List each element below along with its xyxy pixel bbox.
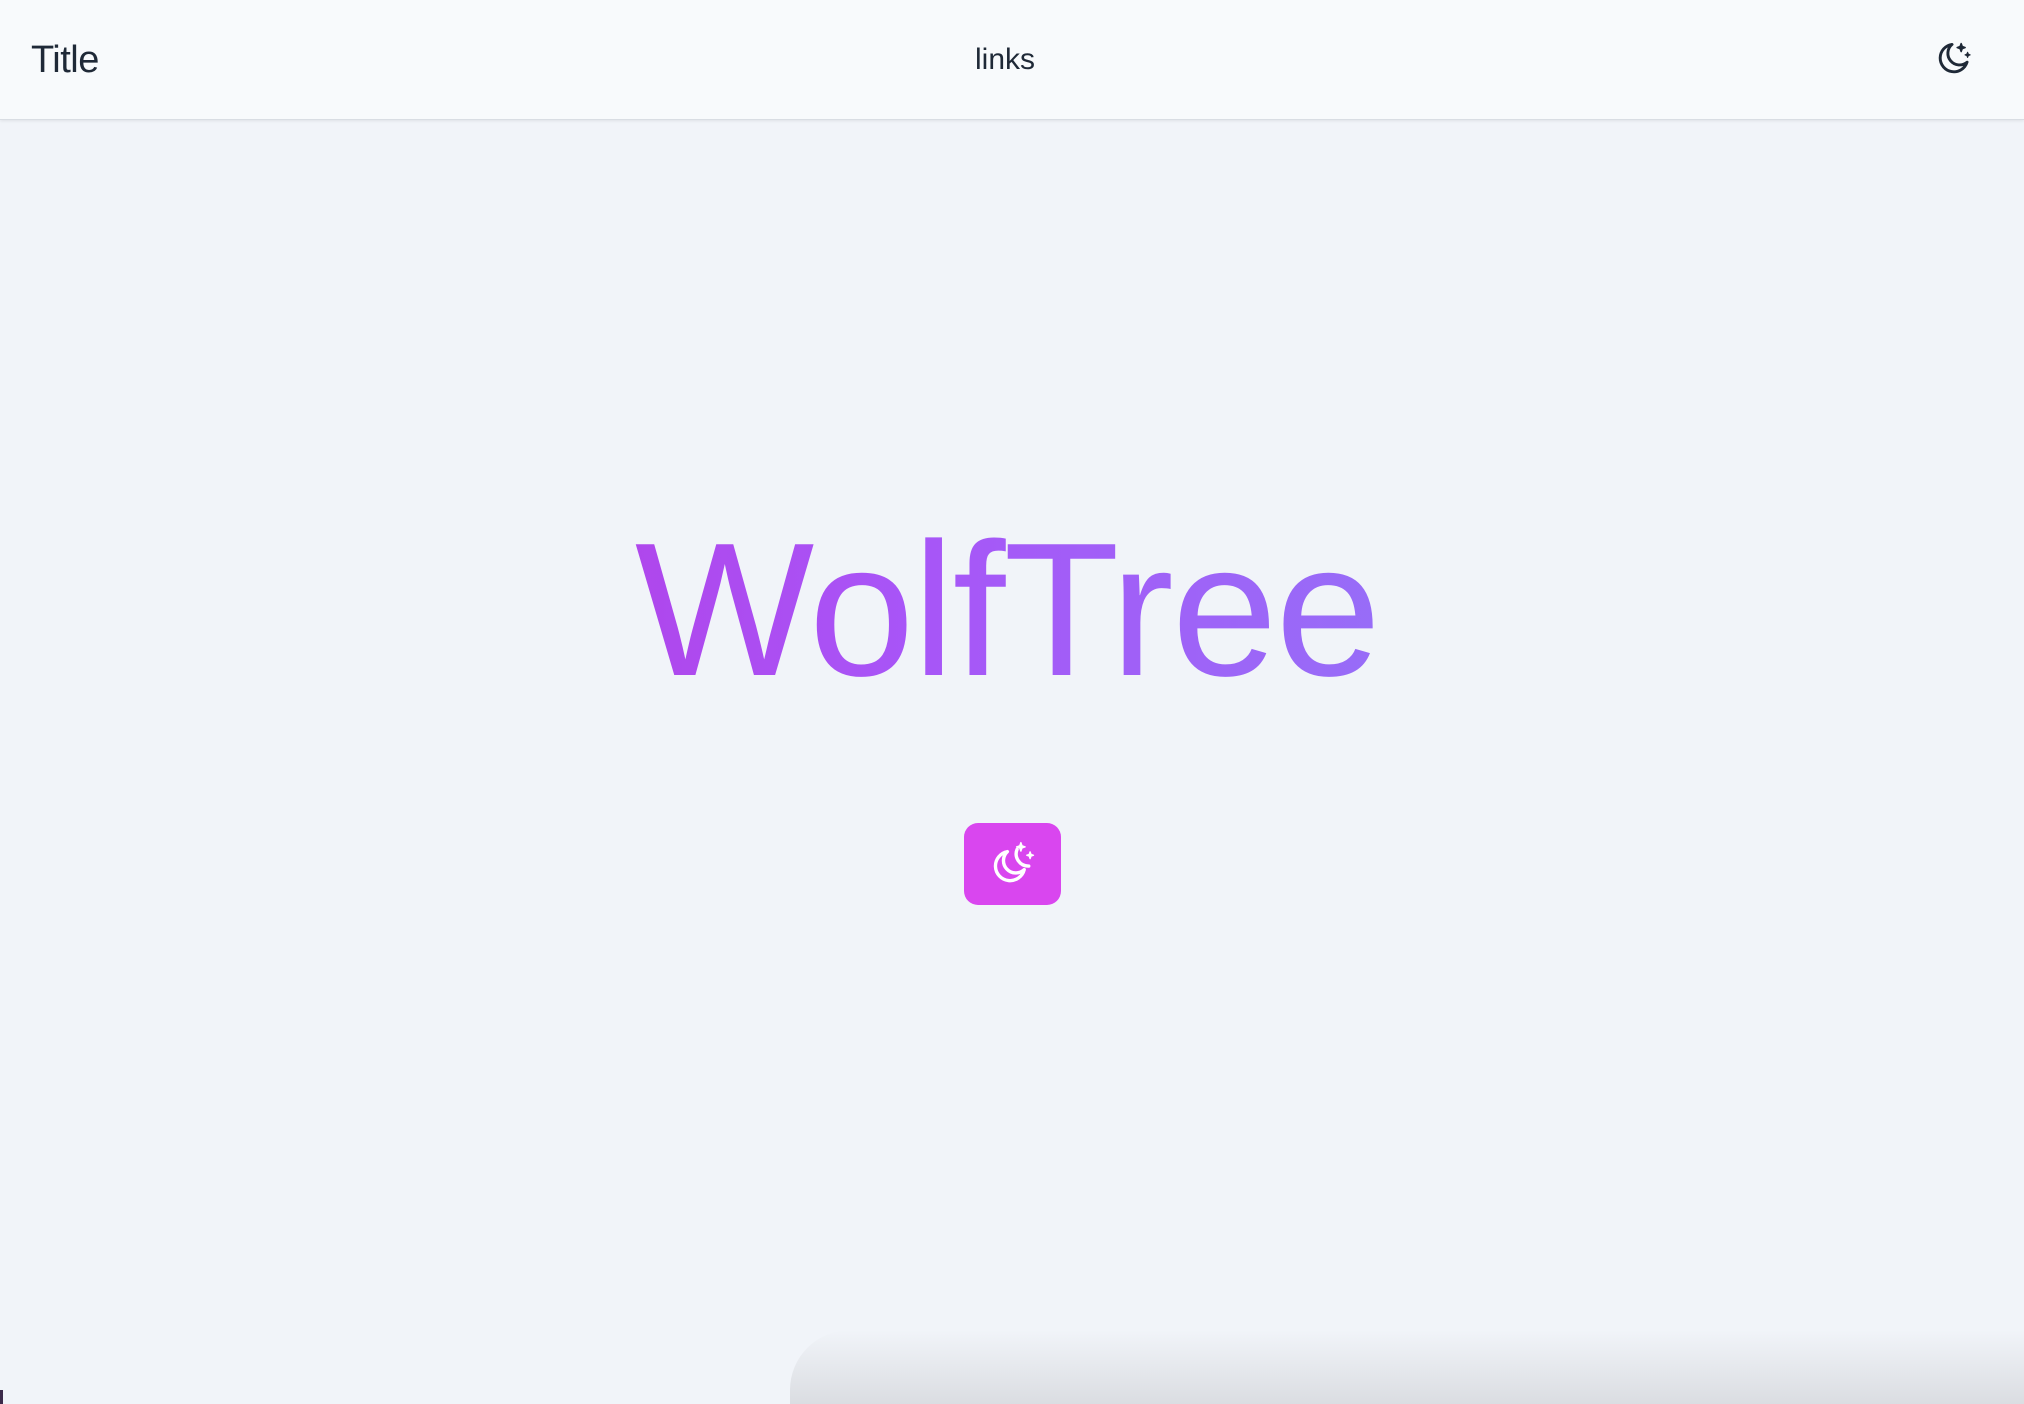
site-title[interactable]: Title	[31, 34, 99, 86]
moon-stars-icon	[1938, 42, 1971, 74]
hero-title: WolfTree	[0, 500, 2019, 720]
nav-link-links[interactable]: links	[975, 40, 1035, 80]
top-navbar: Title links	[0, 0, 2024, 120]
moon-stars-icon	[993, 841, 1034, 883]
window-corner	[0, 1390, 3, 1404]
theme-switch-button[interactable]	[964, 823, 1061, 905]
window-shadow	[790, 1330, 2024, 1404]
theme-toggle-button[interactable]	[1928, 36, 1976, 84]
